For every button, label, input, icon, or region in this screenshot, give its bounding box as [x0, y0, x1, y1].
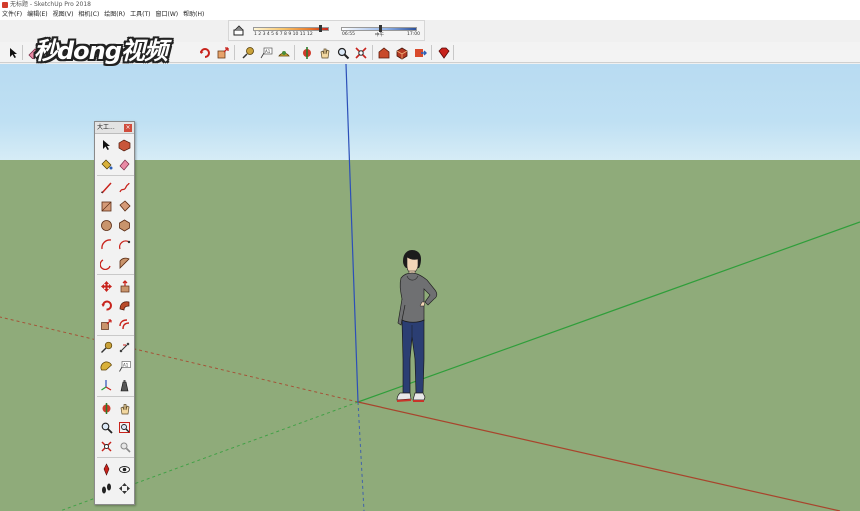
month-slider-thumb[interactable]: [319, 25, 322, 32]
sketchup-logo-icon: [2, 1, 8, 8]
rotate-icon[interactable]: [197, 45, 212, 60]
svg-text:A1: A1: [123, 362, 129, 367]
time-start-label: 06:55: [342, 32, 355, 37]
three-point-arc-icon[interactable]: [98, 255, 114, 271]
rotated-rectangle-icon[interactable]: [116, 198, 132, 214]
position-camera-icon[interactable]: [98, 461, 114, 477]
arc-tool-icon[interactable]: [98, 236, 114, 252]
orbit-tool-icon[interactable]: [98, 400, 114, 416]
month-ticks: 1 2 3 4 5 6 7 8 9 10 11 12: [254, 32, 313, 37]
svg-text:A1: A1: [265, 49, 271, 54]
offset-tool-icon[interactable]: [116, 316, 132, 332]
select-icon[interactable]: [5, 45, 20, 60]
palette-title-bar[interactable]: 大工... ×: [95, 122, 134, 134]
red-axis-negative: [0, 316, 359, 403]
month-slider[interactable]: [253, 27, 329, 31]
rotate-tool-icon[interactable]: [98, 297, 114, 313]
extension-icon[interactable]: [394, 45, 409, 60]
menu-window[interactable]: 窗口(W): [154, 9, 182, 20]
menu-tools[interactable]: 工具(T): [128, 9, 153, 20]
axes-tool-icon[interactable]: [98, 377, 114, 393]
title-bar: 无标题 - SketchUp Pro 2018: [0, 0, 860, 9]
paint-bucket-icon[interactable]: [98, 156, 114, 172]
scale-icon[interactable]: [215, 45, 230, 60]
previous-view-icon[interactable]: [116, 438, 132, 454]
scale-tool-icon[interactable]: [98, 316, 114, 332]
shadow-toggle-icon[interactable]: [233, 25, 245, 37]
window-title: 无标题 - SketchUp Pro 2018: [10, 1, 91, 8]
scale-figure-person[interactable]: [394, 249, 450, 404]
tape-measure-icon[interactable]: [240, 45, 255, 60]
ruby-icon[interactable]: [436, 45, 451, 60]
move-tool-icon[interactable]: [98, 278, 114, 294]
polygon-tool-icon[interactable]: [116, 217, 132, 233]
warehouse-icon[interactable]: [376, 45, 391, 60]
time-slider-thumb[interactable]: [379, 25, 382, 32]
pan-icon[interactable]: [317, 45, 332, 60]
look-around-icon[interactable]: [116, 461, 132, 477]
two-point-arc-icon[interactable]: [116, 236, 132, 252]
shadows-toolbar: 1 2 3 4 5 6 7 8 9 10 11 12 06:55 中午 17:0…: [228, 20, 425, 41]
palette-title: 大工...: [97, 124, 115, 131]
make-component-icon[interactable]: [116, 137, 132, 153]
time-end-label: 17:00: [407, 32, 420, 37]
zoom-window-icon[interactable]: [116, 419, 132, 435]
menu-file[interactable]: 文件(F): [0, 9, 25, 20]
menu-edit[interactable]: 编辑(E): [25, 9, 50, 20]
rectangle-tool-icon[interactable]: [98, 198, 114, 214]
protractor-tool-icon[interactable]: [98, 358, 114, 374]
zoom-tool-icon[interactable]: [98, 419, 114, 435]
time-mid-label: 中午: [375, 33, 384, 38]
push-pull-tool-icon[interactable]: [116, 278, 132, 294]
text-icon[interactable]: A1: [258, 45, 273, 60]
menu-view[interactable]: 视图(V): [51, 9, 77, 20]
follow-me-icon[interactable]: [116, 297, 132, 313]
blue-axis-negative: [357, 401, 365, 511]
watermark-text: 秒dong视频: [34, 37, 168, 65]
menu-bar: 文件(F) 编辑(E) 视图(V) 相机(C) 绘图(R) 工具(T) 窗口(W…: [0, 9, 860, 20]
walk-tool-icon[interactable]: [98, 480, 114, 496]
share-icon[interactable]: [412, 45, 427, 60]
circle-tool-icon[interactable]: [98, 217, 114, 233]
close-icon[interactable]: ×: [124, 124, 132, 132]
text-tool-icon[interactable]: A1: [116, 358, 132, 374]
3d-text-icon[interactable]: [116, 377, 132, 393]
large-tool-set-palette: 大工... × A1: [94, 121, 135, 505]
select-tool-icon[interactable]: [98, 137, 114, 153]
zoom-extents-icon[interactable]: [353, 45, 368, 60]
menu-help[interactable]: 帮助(H): [181, 9, 207, 20]
watermark-logo: 秒dong视频: [34, 31, 194, 69]
dimension-tool-icon[interactable]: [116, 339, 132, 355]
menu-draw[interactable]: 绘图(R): [102, 9, 128, 20]
pan-tool-icon[interactable]: [116, 400, 132, 416]
line-tool-icon[interactable]: [98, 179, 114, 195]
tape-measure-tool-icon[interactable]: [98, 339, 114, 355]
zoom-icon[interactable]: [335, 45, 350, 60]
blue-axis: [345, 64, 359, 403]
red-axis: [357, 401, 841, 511]
menu-camera[interactable]: 相机(C): [76, 9, 102, 20]
section-plane-icon[interactable]: [116, 480, 132, 496]
protractor-icon[interactable]: [276, 45, 291, 60]
zoom-extents-tool-icon[interactable]: [98, 438, 114, 454]
pie-tool-icon[interactable]: [116, 255, 132, 271]
freehand-tool-icon[interactable]: [116, 179, 132, 195]
orbit-icon[interactable]: [299, 45, 314, 60]
eraser-tool-icon[interactable]: [116, 156, 132, 172]
